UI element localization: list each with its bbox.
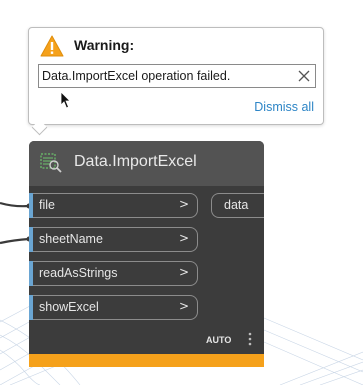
chevron-right-icon[interactable]: > bbox=[179, 299, 189, 313]
warning-triangle-icon bbox=[40, 35, 64, 57]
input-port-sheetname[interactable]: sheetName > bbox=[29, 227, 198, 252]
import-excel-node[interactable]: Data.ImportExcel file > sheetName > read… bbox=[29, 141, 264, 367]
close-icon[interactable] bbox=[296, 68, 312, 84]
chevron-right-icon[interactable]: > bbox=[179, 197, 189, 211]
port-label: showExcel bbox=[39, 300, 99, 314]
port-label: sheetName bbox=[39, 232, 103, 246]
chevron-right-icon[interactable]: > bbox=[179, 265, 189, 279]
output-port-label: data bbox=[224, 198, 249, 212]
port-indicator bbox=[29, 261, 33, 286]
node-warning-status-bar bbox=[29, 354, 264, 367]
warning-message-box: Data.ImportExcel operation failed. bbox=[38, 64, 316, 88]
warning-message-text: Data.ImportExcel operation failed. bbox=[42, 69, 231, 83]
more-options-icon[interactable] bbox=[247, 331, 253, 347]
port-label: readAsStrings bbox=[39, 266, 118, 280]
port-label: file bbox=[39, 198, 55, 212]
input-port-showexcel[interactable]: showExcel > bbox=[29, 295, 198, 320]
input-port-readasstrings[interactable]: readAsStrings > bbox=[29, 261, 198, 286]
output-port-data[interactable]: data bbox=[211, 193, 264, 218]
port-indicator bbox=[29, 227, 33, 252]
port-indicator bbox=[29, 295, 33, 320]
lacing-indicator: AUTO bbox=[206, 335, 232, 345]
port-indicator bbox=[29, 193, 33, 218]
mouse-cursor-icon bbox=[60, 91, 71, 109]
dismiss-all-link[interactable]: Dismiss all bbox=[254, 100, 314, 114]
node-title: Data.ImportExcel bbox=[74, 153, 197, 170]
warning-popup: Warning: Data.ImportExcel operation fail… bbox=[28, 27, 324, 125]
chevron-right-icon[interactable]: > bbox=[179, 231, 189, 245]
node-header[interactable]: Data.ImportExcel bbox=[29, 141, 264, 186]
warning-title: Warning: bbox=[74, 37, 135, 53]
import-excel-icon bbox=[40, 153, 62, 173]
input-port-file[interactable]: file > bbox=[29, 193, 198, 218]
